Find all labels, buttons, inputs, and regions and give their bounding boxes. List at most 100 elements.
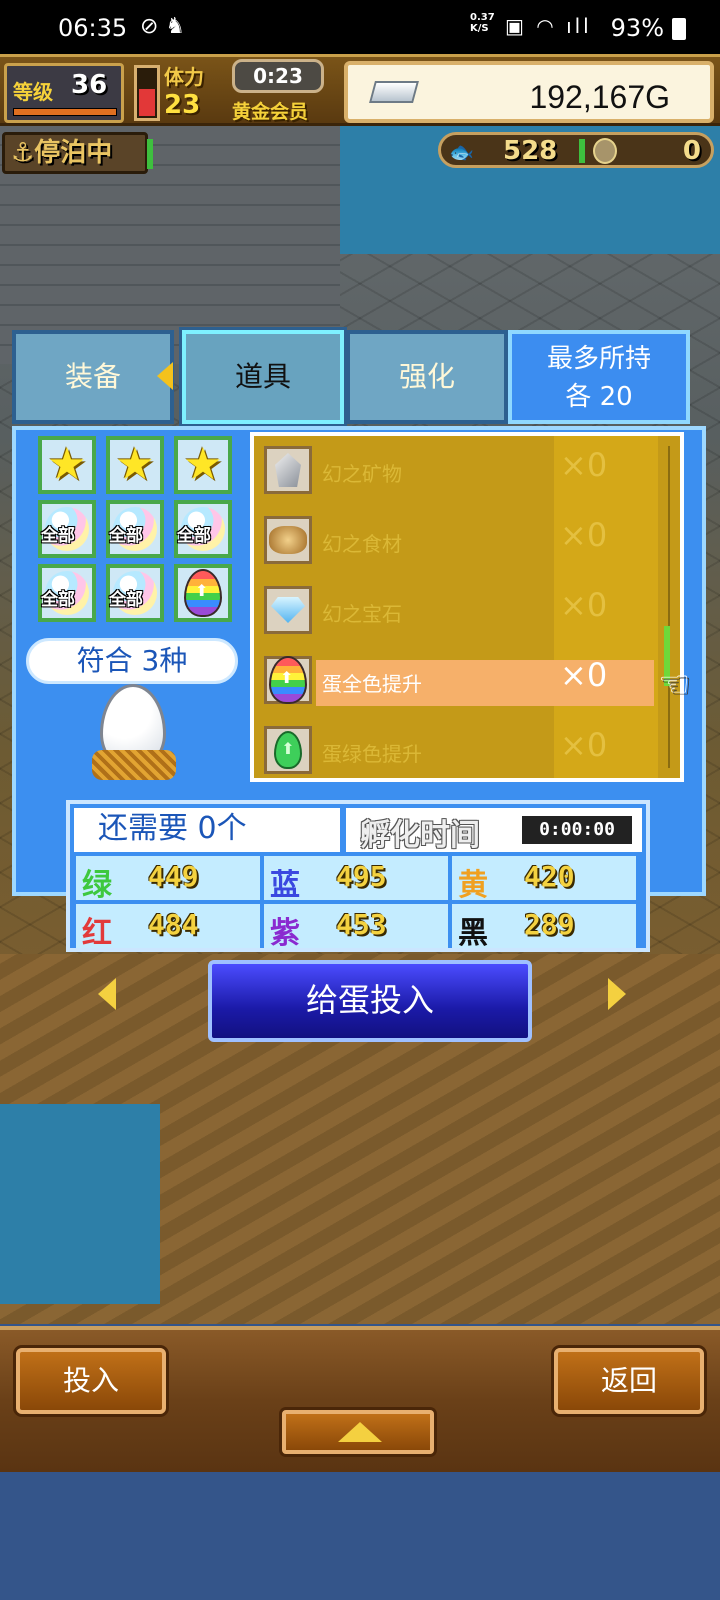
max-hold-line1: 最多所持 [546, 344, 651, 374]
all-label: 全部 [41, 590, 75, 610]
feed-prev-arrow-icon[interactable] [98, 978, 116, 1010]
color-stat-label: 黄 [458, 868, 488, 903]
medal-icon [593, 138, 617, 164]
battery-icon [672, 18, 686, 40]
top-hud: 等级 36 体力 23 0:23 黄金会员 192,167G [0, 54, 720, 126]
stamina-box: 体力 23 [164, 61, 234, 121]
feed-next-arrow-icon[interactable] [608, 978, 626, 1010]
max-hold-line2: 各 20 [565, 382, 633, 412]
food-icon [269, 526, 307, 554]
all-icon: 全部 [41, 571, 89, 615]
docked-status[interactable]: ⚓停泊中 [2, 132, 153, 174]
fish-icon: 🐟 [449, 140, 474, 164]
gem-icon [271, 597, 305, 623]
green-egg-icon: ⬆ [274, 731, 302, 769]
filter-slot[interactable]: 全部 [38, 500, 96, 558]
item-icon-frame: ⬆ [264, 726, 312, 774]
hatch-time-box: 孵化时间 0:00:00 [346, 808, 642, 853]
expand-up-button[interactable] [282, 1410, 434, 1454]
item-row[interactable]: 幻之矿物 ×0 [254, 436, 674, 506]
item-icon-frame [264, 516, 312, 564]
level-label: 等级 [13, 80, 53, 104]
silver-ingot-icon [369, 81, 419, 103]
pointer-hand-icon: ☜ [658, 664, 691, 705]
match-count-label: 符合 3种 [26, 638, 238, 684]
color-stat-value: 484 [148, 908, 199, 941]
remaining-needed: 还需要 0个 [74, 808, 340, 852]
filter-slot[interactable]: ★ [106, 436, 164, 494]
level-box: 等级 36 [4, 63, 124, 123]
all-label: 全部 [109, 590, 143, 610]
money-value: 192,167G [529, 79, 670, 115]
color-stat: 黑 289 [452, 904, 636, 951]
notification-icons: ⊘ ♞ [140, 14, 186, 39]
egg-stats: 还需要 0个 孵化时间 0:00:00 绿 449 蓝 495 黄 420 红 484 紫 453… [66, 800, 650, 952]
color-stat-value: 420 [524, 860, 575, 893]
tab-items[interactable]: 道具 [179, 327, 347, 427]
filter-slot[interactable]: 全部 [38, 564, 96, 622]
max-hold-box: 最多所持 各 20 [508, 330, 690, 424]
resource-separator [579, 139, 585, 163]
color-stat-label: 蓝 [270, 868, 300, 903]
item-name: 幻之食材 [322, 532, 402, 556]
item-quantity: ×0 [560, 446, 608, 484]
tab-enhance[interactable]: 强化 [346, 330, 508, 424]
water-area-2 [0, 1104, 160, 1304]
color-stat-value: 289 [524, 908, 575, 941]
color-stat: 紫 453 [264, 904, 448, 951]
item-name: 幻之宝石 [322, 602, 402, 626]
filter-slot[interactable]: ★ [174, 436, 232, 494]
item-quantity: ×0 [560, 656, 608, 694]
color-stat-label: 红 [82, 916, 112, 951]
rainbow-egg-icon [269, 656, 307, 704]
item-row[interactable]: 幻之食材 ×0 [254, 506, 674, 576]
star-icon: ★ [115, 439, 155, 490]
all-icon: 全部 [109, 571, 157, 615]
all-label: 全部 [109, 526, 143, 546]
filter-slot[interactable]: 全部 [174, 500, 232, 558]
nest-icon [92, 750, 176, 780]
tab-equipment[interactable]: 装备 [12, 330, 174, 424]
resource-1-value: 528 [503, 136, 558, 166]
color-stat-label: 绿 [82, 868, 112, 903]
color-stat-value: 495 [336, 860, 387, 893]
all-label: 全部 [177, 526, 211, 546]
filter-slot[interactable]: ★ [38, 436, 96, 494]
all-icon: 全部 [109, 507, 157, 551]
resource-bar: 🐟 528 0 [438, 132, 714, 168]
hatch-time-label: 孵化时间 [360, 818, 480, 853]
tab-left-arrow-icon[interactable] [157, 362, 173, 390]
up-arrow-icon [338, 1422, 382, 1442]
network-speed: 0.37 K/S [470, 12, 495, 34]
insert-button[interactable]: 投入 [16, 1348, 166, 1414]
item-icon-frame [264, 656, 312, 704]
item-row[interactable]: 幻之宝石 ×0 [254, 576, 674, 646]
filter-slot[interactable]: 全部 [106, 500, 164, 558]
item-quantity: ×0 [560, 516, 608, 554]
all-label: 全部 [41, 526, 75, 546]
item-name: 蛋全色提升 [322, 672, 422, 696]
status-time: 06:35 [58, 14, 128, 42]
color-stat: 绿 449 [76, 856, 260, 903]
back-button[interactable]: 返回 [554, 1348, 704, 1414]
resource-2-value: 0 [682, 136, 701, 166]
filter-slot[interactable]: 全部 [106, 564, 164, 622]
stamina-label: 体力 [164, 65, 204, 89]
item-row[interactable]: ⬆ 蛋绿色提升 ×0 [254, 716, 674, 786]
docked-indicator [147, 139, 153, 169]
item-row[interactable]: 蛋全色提升 ×0 [254, 646, 674, 716]
exp-bar [13, 108, 117, 116]
scrollbar-track[interactable] [668, 446, 674, 768]
color-stat-value: 453 [336, 908, 387, 941]
all-icon: 全部 [177, 507, 225, 551]
stamina-gauge [134, 65, 160, 121]
feed-egg-button[interactable]: 给蛋投入 [208, 960, 532, 1042]
item-name: 蛋绿色提升 [322, 742, 422, 766]
docked-label: ⚓停泊中 [11, 138, 113, 168]
item-quantity: ×0 [560, 586, 608, 624]
filter-slot[interactable] [174, 564, 232, 622]
stamina-fill [139, 88, 155, 116]
star-icon: ★ [183, 439, 223, 490]
color-stat: 蓝 495 [264, 856, 448, 903]
tab-bar: 装备 道具 强化 最多所持 各 20 [12, 327, 704, 427]
